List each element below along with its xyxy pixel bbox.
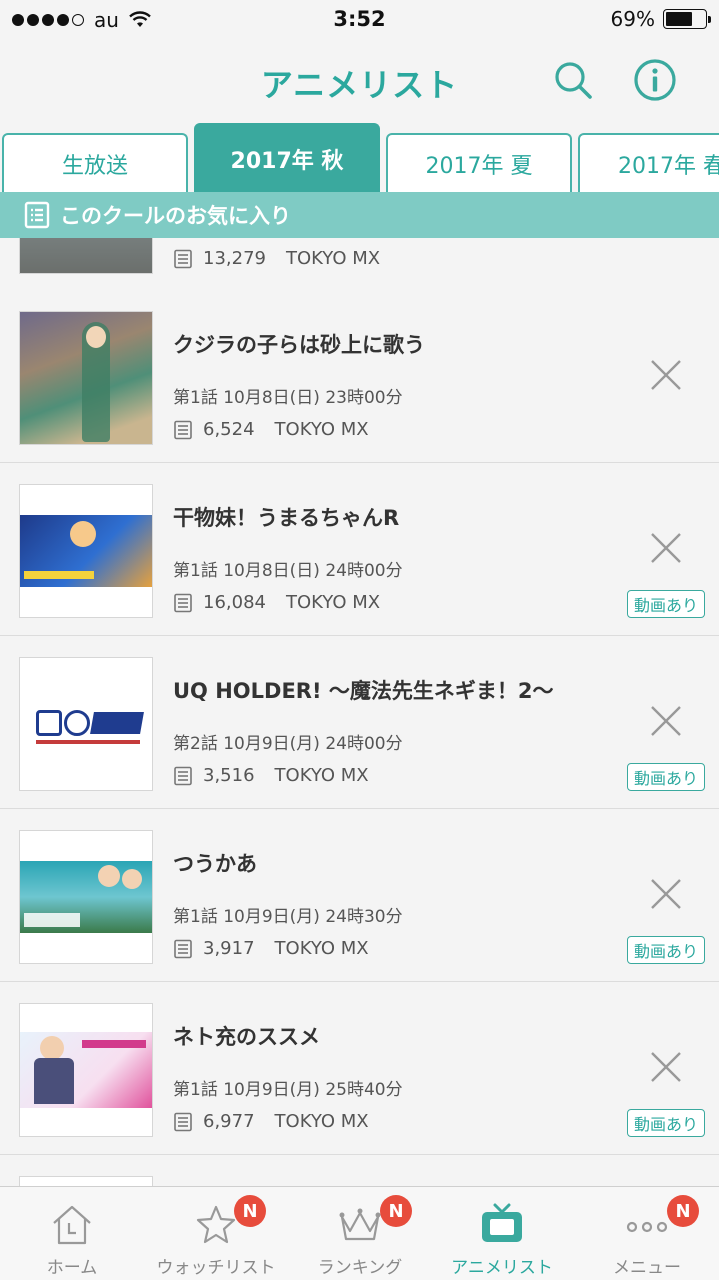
bottom-nav: ホーム N ウォッチリスト N ランキング アニメリスト N メニュー — [0, 1186, 719, 1280]
item-episode: 第1話 10月8日(日) 23時00分 — [173, 388, 403, 408]
list-item[interactable]: クジラの子らは砂上に歌う 第1話 10月8日(日) 23時00分 6,524 T… — [0, 291, 719, 463]
item-count: 6,524 — [203, 419, 255, 440]
remove-icon[interactable] — [648, 703, 684, 739]
list-item[interactable]: 13,279 TOKYO MX — [0, 238, 719, 292]
item-station: TOKYO MX — [285, 248, 381, 269]
document-icon — [174, 593, 192, 612]
item-title: 干物妹！うまるちゃんR — [173, 506, 400, 530]
crown-icon — [339, 1208, 381, 1241]
item-count: 3,516 — [203, 765, 255, 786]
nav-anime-list[interactable]: アニメリスト — [430, 1187, 574, 1280]
list-item[interactable] — [0, 1156, 719, 1186]
remove-icon[interactable] — [648, 530, 684, 566]
tab-live[interactable]: 生放送 — [2, 133, 188, 193]
item-station: TOKYO MX — [274, 938, 369, 959]
item-title: UQ HOLDER! 〜魔法先生ネギま！2〜 — [173, 679, 554, 703]
item-count: 16,084 — [203, 592, 266, 613]
nav-menu[interactable]: N メニュー — [575, 1187, 719, 1280]
video-available-badge: 動画あり — [627, 936, 706, 964]
list-item[interactable]: つうかあ 第1話 10月9日(月) 24時30分 3,917 TOKYO MX … — [0, 810, 719, 982]
search-icon[interactable] — [551, 58, 595, 102]
item-meta: 6,977 TOKYO MX — [173, 1111, 369, 1132]
nav-ranking[interactable]: N ランキング — [288, 1187, 432, 1280]
star-icon — [196, 1205, 236, 1244]
battery-icon — [663, 9, 711, 29]
info-icon[interactable] — [633, 58, 677, 102]
tab-2017-summer[interactable]: 2017年 夏 — [386, 133, 572, 193]
nav-label: ランキング — [317, 1258, 403, 1278]
battery-percent: 69% — [610, 7, 655, 31]
tab-2017-autumn[interactable]: 2017年 秋 — [194, 123, 380, 193]
favorites-bar[interactable]: このクールのお気に入り — [0, 192, 719, 238]
item-episode: 第1話 10月8日(日) 24時00分 — [173, 561, 403, 581]
item-title: ネト充のススメ — [173, 1025, 320, 1049]
item-station: TOKYO MX — [274, 419, 369, 440]
status-bar: au 3:52 69% — [0, 0, 719, 40]
item-meta: 13,279 TOKYO MX — [173, 248, 380, 269]
item-title: クジラの子らは砂上に歌う — [173, 333, 425, 357]
tv-icon — [482, 1203, 522, 1242]
nav-label: ウォッチリスト — [156, 1258, 276, 1278]
new-badge: N — [380, 1195, 412, 1227]
document-icon — [174, 420, 192, 439]
item-station: TOKYO MX — [274, 765, 369, 786]
remove-icon[interactable] — [648, 876, 684, 912]
item-episode: 第2話 10月9日(月) 24時00分 — [173, 734, 403, 754]
document-icon — [174, 939, 192, 958]
video-available-badge: 動画あり — [627, 1109, 706, 1137]
document-icon — [174, 249, 192, 268]
thumbnail — [19, 1003, 153, 1137]
item-meta: 6,524 TOKYO MX — [173, 419, 369, 440]
more-icon — [626, 1221, 668, 1233]
thumbnail — [19, 484, 153, 618]
favorites-label: このクールのお気に入り — [60, 204, 291, 228]
item-episode: 第1話 10月9日(月) 25時40分 — [173, 1080, 403, 1100]
document-icon — [174, 1112, 192, 1131]
video-available-badge: 動画あり — [627, 590, 706, 618]
list-icon — [24, 201, 50, 229]
nav-label: ホーム — [46, 1258, 98, 1278]
anime-list: 13,279 TOKYO MX クジラの子らは砂上に歌う 第1話 10月8日(日… — [0, 238, 719, 1186]
item-meta: 3,917 TOKYO MX — [173, 938, 369, 959]
list-item[interactable]: UQ HOLDER! 〜魔法先生ネギま！2〜 第2話 10月9日(月) 24時0… — [0, 637, 719, 809]
page-title: アニメリスト — [260, 66, 459, 104]
item-meta: 3,516 TOKYO MX — [173, 765, 369, 786]
thumbnail — [19, 830, 153, 964]
nav-label: アニメリスト — [451, 1258, 553, 1278]
item-title: つうかあ — [173, 852, 257, 876]
home-icon — [53, 1205, 91, 1245]
new-badge: N — [234, 1195, 266, 1227]
item-station: TOKYO MX — [274, 1111, 369, 1132]
item-count: 13,279 — [203, 248, 266, 269]
new-badge: N — [667, 1195, 699, 1227]
item-count: 6,977 — [203, 1111, 255, 1132]
item-count: 3,917 — [203, 938, 255, 959]
item-station: TOKYO MX — [285, 592, 381, 613]
header: アニメリスト — [0, 40, 719, 122]
thumbnail — [19, 238, 153, 274]
remove-icon[interactable] — [648, 357, 684, 393]
status-right: 69% — [610, 7, 711, 31]
list-item[interactable]: 干物妹！うまるちゃんR 第1話 10月8日(日) 24時00分 16,084 T… — [0, 464, 719, 636]
item-meta: 16,084 TOKYO MX — [173, 592, 380, 613]
battery-level — [666, 12, 693, 26]
tab-2017-spring[interactable]: 2017年 春 — [578, 133, 719, 193]
video-available-badge: 動画あり — [627, 763, 706, 791]
list-item[interactable]: ネト充のススメ 第1話 10月9日(月) 25時40分 6,977 TOKYO … — [0, 983, 719, 1155]
thumbnail — [19, 657, 153, 791]
item-episode: 第1話 10月9日(月) 24時30分 — [173, 907, 403, 927]
document-icon — [174, 766, 192, 785]
nav-home[interactable]: ホーム — [0, 1187, 144, 1280]
nav-watchlist[interactable]: N ウォッチリスト — [144, 1187, 288, 1280]
thumbnail — [19, 1176, 153, 1186]
nav-label: メニュー — [613, 1258, 681, 1278]
thumbnail — [19, 311, 153, 445]
remove-icon[interactable] — [648, 1049, 684, 1085]
season-tabs: 生放送 2017年 秋 2017年 夏 2017年 春 — [0, 123, 719, 193]
